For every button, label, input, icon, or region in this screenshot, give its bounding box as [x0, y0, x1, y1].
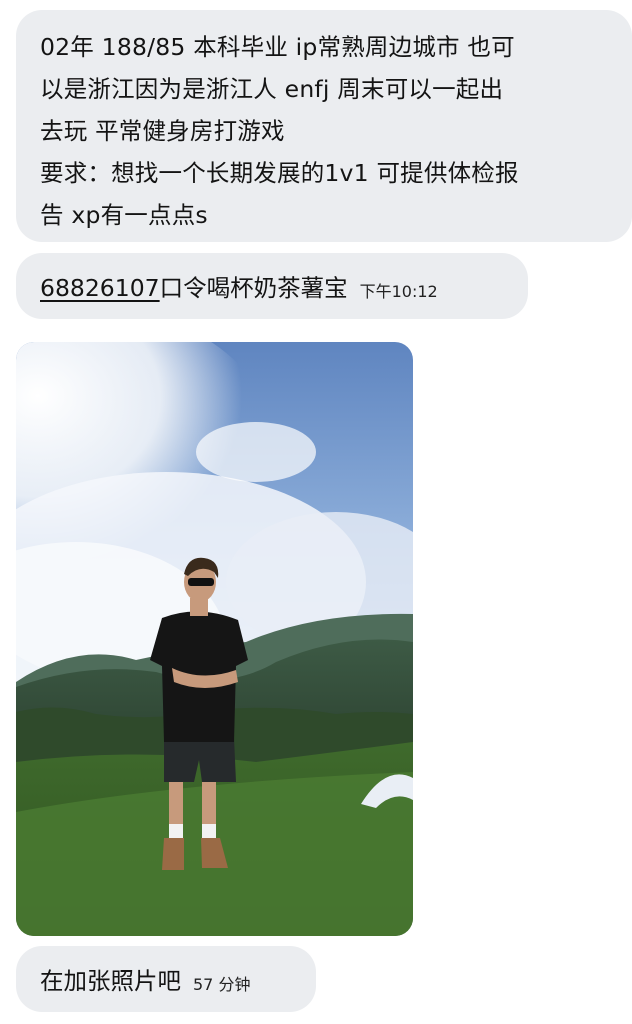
message-timestamp: 下午10:12 — [359, 282, 438, 301]
photo-image — [16, 342, 413, 936]
message-bubble-intro[interactable]: 02年 188/85 本科毕业 ip常熟周边城市 也可 以是浙江因为是浙江人 e… — [16, 10, 632, 242]
message-line: 以是浙江因为是浙江人 enfj 周末可以一起出 — [40, 75, 504, 103]
message-bubble-code[interactable]: 68826107口令喝杯奶茶薯宝 下午10:12 — [16, 253, 528, 319]
message-line: 去玩 平常健身房打游戏 — [40, 117, 285, 145]
message-timestamp: 57 分钟 — [193, 975, 251, 994]
chat-thread: 02年 188/85 本科毕业 ip常熟周边城市 也可 以是浙江因为是浙江人 e… — [0, 0, 632, 1024]
code-text: 口令喝杯奶茶薯宝 — [159, 274, 348, 302]
message-bubble-request[interactable]: 在加张照片吧 57 分钟 — [16, 946, 316, 1012]
message-line: 02年 188/85 本科毕业 ip常熟周边城市 也可 — [40, 33, 515, 61]
photo-message[interactable] — [16, 342, 413, 936]
message-line: 告 xp有一点点s — [40, 201, 208, 229]
message-text: 在加张照片吧 — [40, 967, 181, 995]
message-line: 要求：想找一个长期发展的1v1 可提供体检报 — [40, 159, 519, 187]
message-text: 68826107口令喝杯奶茶薯宝 — [40, 269, 348, 303]
phone-number-link[interactable]: 68826107 — [40, 274, 160, 302]
